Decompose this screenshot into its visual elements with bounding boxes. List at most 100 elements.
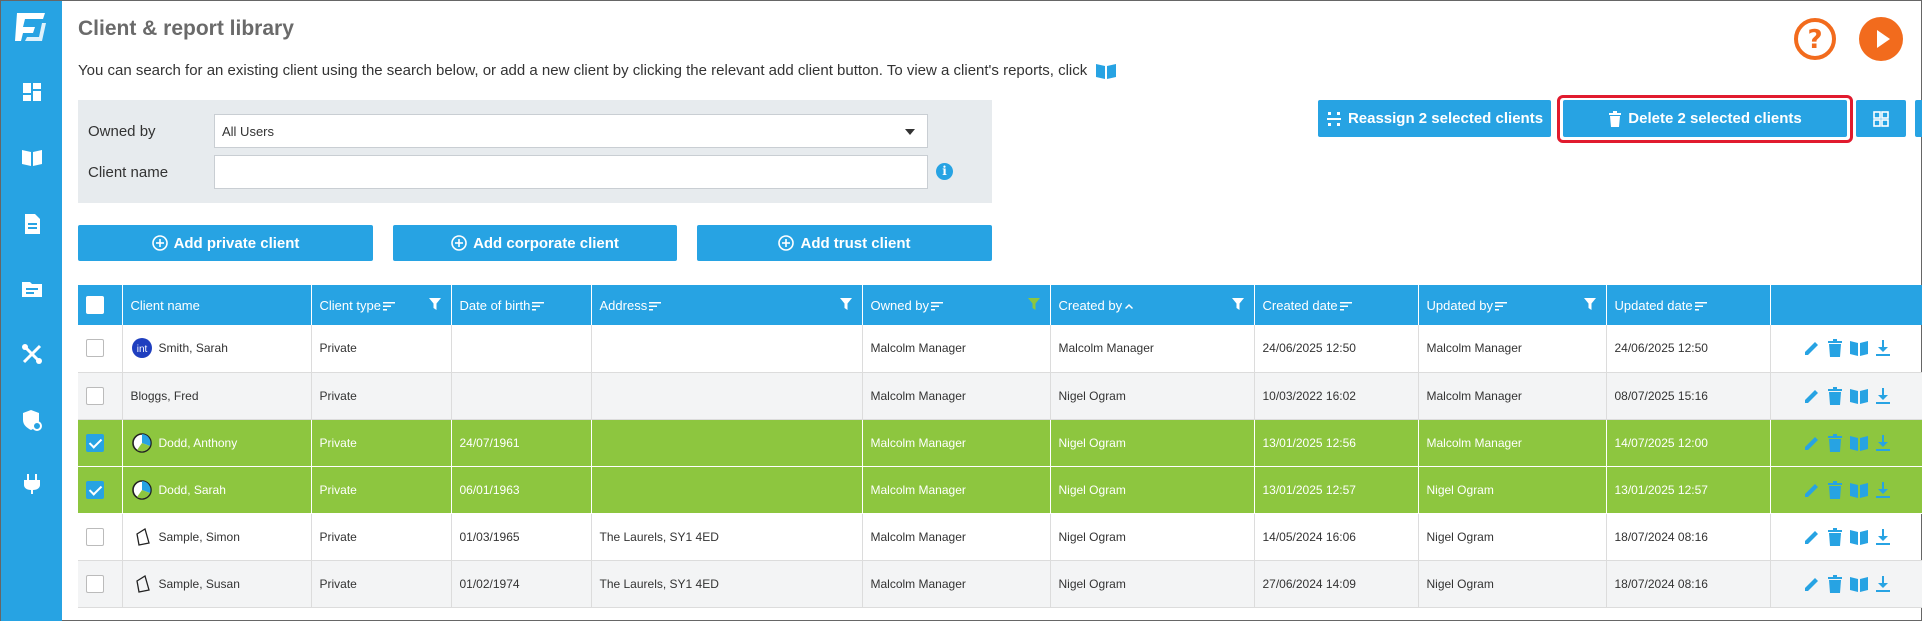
cell-owned-by: Malcolm Manager (862, 560, 1051, 608)
edit-pencil-icon[interactable] (1803, 339, 1821, 357)
table-row[interactable]: Dodd, Anthony Private 24/07/1961 Malcolm Ma… (78, 419, 1922, 467)
delete-trash-icon[interactable] (1827, 386, 1843, 405)
delete-trash-icon[interactable] (1827, 574, 1843, 593)
grid-view-button[interactable] (1856, 100, 1906, 137)
row-checkbox[interactable] (86, 480, 104, 499)
select-all-header (78, 285, 123, 325)
reports-book-icon[interactable] (1849, 575, 1869, 593)
cell-created-date: 14/05/2024 16:06 (1254, 513, 1419, 561)
column-header-client-type[interactable]: Client type (311, 285, 452, 325)
add-trust-client-button[interactable]: Add trust client (697, 225, 992, 261)
row-actions (1779, 527, 1915, 546)
download-icon[interactable] (1875, 387, 1891, 405)
cell-dob: 06/01/1963 (451, 466, 592, 514)
download-icon[interactable] (1875, 434, 1891, 452)
cell-created-date: 27/06/2024 14:09 (1254, 560, 1419, 608)
row-checkbox[interactable] (86, 433, 104, 452)
select-all-checkbox[interactable] (86, 296, 104, 314)
edit-pencil-icon[interactable] (1803, 575, 1821, 593)
cell-address (591, 419, 863, 467)
document-icon[interactable] (21, 213, 43, 235)
table-row[interactable]: Bloggs, Fred Private Malcolm Manager Nigel … (78, 372, 1922, 420)
filter-icon[interactable] (1231, 298, 1244, 310)
column-header-date-of-birth[interactable]: Date of birth (451, 285, 592, 325)
cell-type: Private (311, 372, 452, 420)
filter-icon[interactable] (1583, 298, 1596, 310)
reports-book-icon[interactable] (1849, 339, 1869, 357)
cell-created-date: 24/06/2025 12:50 (1254, 325, 1419, 373)
column-header-client-name[interactable]: Client name (122, 285, 312, 325)
owned-by-select[interactable]: All Users (214, 114, 928, 148)
tools-icon[interactable] (21, 343, 43, 365)
column-header-created-date[interactable]: Created date (1254, 285, 1419, 325)
download-icon[interactable] (1875, 339, 1891, 357)
delete-trash-icon[interactable] (1827, 527, 1843, 546)
delete-trash-icon[interactable] (1827, 433, 1843, 452)
dashboard-icon[interactable] (21, 81, 43, 103)
folder-icon[interactable] (21, 278, 43, 300)
delete-trash-icon[interactable] (1827, 339, 1843, 358)
cell-actions (1770, 513, 1922, 561)
edit-pencil-icon[interactable] (1803, 434, 1821, 452)
row-checkbox[interactable] (86, 574, 104, 593)
cell-address (591, 466, 863, 514)
cell-client-name[interactable]: Dodd, Sarah (122, 466, 312, 514)
reports-book-icon[interactable] (1849, 481, 1869, 499)
client-name-text: Sample, Susan (158, 576, 240, 591)
cell-client-name[interactable]: Bloggs, Fred (122, 372, 312, 420)
cell-address (591, 325, 863, 373)
column-header-updated-date[interactable]: Updated date (1606, 285, 1771, 325)
table-row[interactable]: Dodd, Sarah Private 06/01/1963 Malcolm Mana… (78, 466, 1922, 514)
row-checkbox[interactable] (86, 339, 104, 358)
row-checkbox[interactable] (86, 527, 104, 546)
filter-icon[interactable] (428, 298, 441, 310)
reports-book-icon[interactable] (1849, 387, 1869, 405)
help-icon[interactable]: ? (1793, 17, 1837, 61)
library-book-icon[interactable] (21, 146, 43, 168)
client-name-text: Smith, Sarah (158, 341, 228, 356)
download-icon[interactable] (1875, 528, 1891, 546)
edit-pencil-icon[interactable] (1803, 481, 1821, 499)
cell-client-name[interactable]: Dodd, Anthony (122, 419, 312, 467)
reassign-clients-button[interactable]: Reassign 2 selected clients (1318, 100, 1551, 137)
reports-book-icon[interactable] (1849, 528, 1869, 546)
add-private-client-button[interactable]: Add private client (78, 225, 373, 261)
column-header-address[interactable]: Address (591, 285, 863, 325)
view-reports-book-icon (1096, 64, 1117, 80)
info-icon[interactable]: i (936, 163, 953, 180)
column-label: Owned by (870, 297, 930, 313)
cell-client-name[interactable]: int Smith, Sarah (122, 325, 312, 373)
row-checkbox[interactable] (86, 386, 104, 405)
app-logo-icon[interactable] (13, 9, 49, 45)
edit-pencil-icon[interactable] (1803, 528, 1821, 546)
table-body: int Smith, Sarah Private Malcolm Manager Mal… (78, 325, 1922, 608)
reports-book-icon[interactable] (1849, 434, 1869, 452)
download-icon[interactable] (1875, 575, 1891, 593)
client-name-wrap: Dodd, Sarah (131, 479, 303, 501)
active-filter-icon[interactable] (1027, 298, 1040, 310)
column-header-owned-by[interactable]: Owned by (862, 285, 1051, 325)
delete-clients-button[interactable]: Delete 2 selected clients (1563, 100, 1847, 137)
sort-lines-icon (931, 301, 944, 311)
cell-client-name[interactable]: Sample, Simon (122, 513, 312, 561)
edit-pencil-icon[interactable] (1803, 387, 1821, 405)
list-view-button[interactable] (1915, 100, 1922, 137)
cell-client-name[interactable]: Sample, Susan (122, 560, 312, 608)
column-header-updated-by[interactable]: Updated by (1418, 285, 1607, 325)
svg-text:int: int (136, 344, 147, 355)
download-icon[interactable] (1875, 481, 1891, 499)
table-row[interactable]: int Smith, Sarah Private Malcolm Manager Mal… (78, 325, 1922, 373)
play-tutorial-button[interactable] (1859, 17, 1903, 61)
column-label: Client name (130, 297, 200, 313)
column-header-created-by[interactable]: Created by (1050, 285, 1255, 325)
shield-settings-icon[interactable] (21, 409, 43, 431)
cell-updated-date: 14/07/2025 12:00 (1606, 419, 1771, 467)
table-row[interactable]: Sample, Simon Private 01/03/1965 The Laurel… (78, 513, 1922, 561)
delete-trash-icon[interactable] (1827, 480, 1843, 499)
row-actions (1779, 574, 1915, 593)
plugin-icon[interactable] (21, 473, 43, 495)
table-row[interactable]: Sample, Susan Private 01/02/1974 The Laurel… (78, 560, 1922, 608)
add-corporate-client-button[interactable]: Add corporate client (393, 225, 677, 261)
client-name-input[interactable] (214, 155, 928, 189)
filter-icon[interactable] (839, 298, 852, 310)
